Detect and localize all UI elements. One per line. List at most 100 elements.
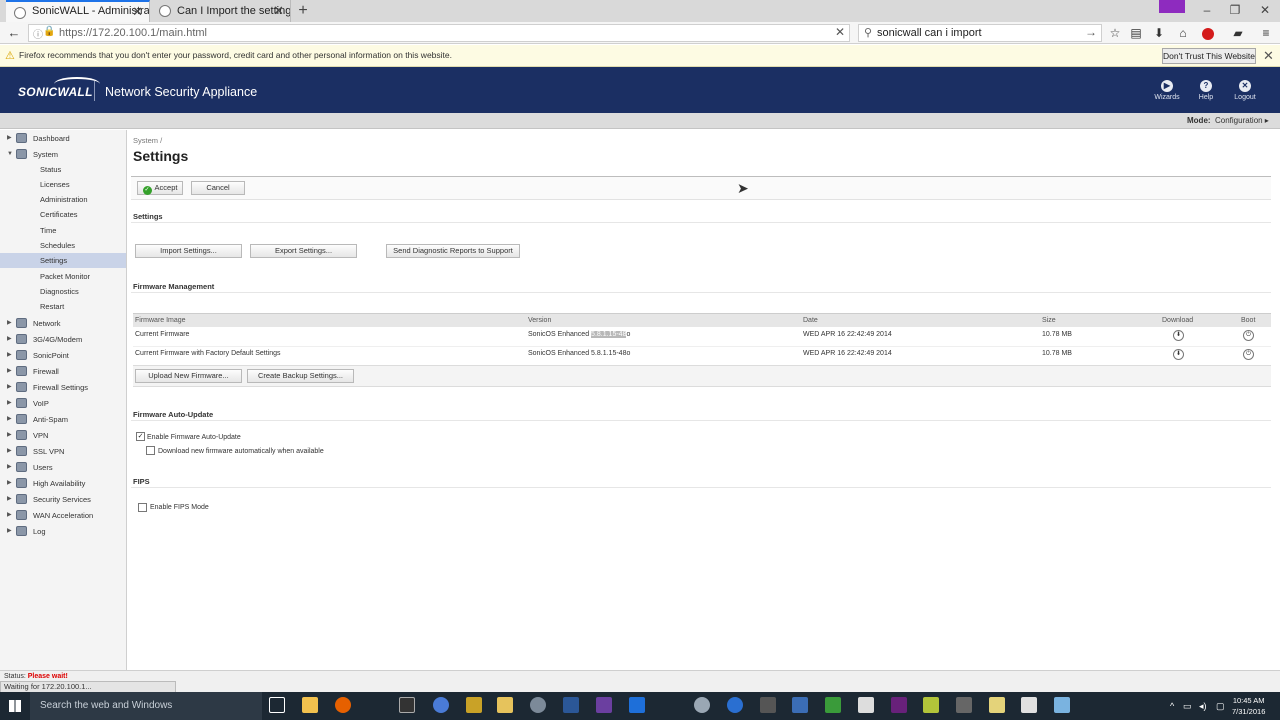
app-icon[interactable] xyxy=(596,697,612,713)
app-icon[interactable] xyxy=(727,697,743,713)
home-icon[interactable]: ⌂ xyxy=(1174,25,1192,41)
word-icon[interactable] xyxy=(563,697,579,713)
expand-arrow-icon[interactable]: ▶ xyxy=(7,476,12,491)
tab-can-i-import[interactable]: Can I Import the settings f... ✕ xyxy=(151,0,291,22)
collapse-arrow-icon[interactable]: ▼ xyxy=(7,147,13,162)
sidebar-subitem-time[interactable]: Time xyxy=(0,223,126,238)
go-arrow-icon[interactable]: → xyxy=(1085,25,1097,39)
start-button[interactable] xyxy=(0,692,30,720)
expand-arrow-icon[interactable]: ▶ xyxy=(7,492,12,507)
sidebar-subitem-restart[interactable]: Restart xyxy=(0,299,126,314)
sidebar-item-high-availability[interactable]: ▶ High Availability xyxy=(0,476,126,491)
extension-icon[interactable]: ▰ xyxy=(1229,25,1247,41)
expand-arrow-icon[interactable]: ▶ xyxy=(7,460,12,475)
sidebar-item-wan-acceleration[interactable]: ▶ WAN Acceleration xyxy=(0,508,126,523)
expand-arrow-icon[interactable]: ▶ xyxy=(7,332,12,347)
wizards-button[interactable]: ▶ Wizards xyxy=(1149,80,1185,101)
enable-fips-checkbox[interactable] xyxy=(138,503,147,512)
app-icon[interactable] xyxy=(466,697,482,713)
network-icon[interactable]: ▭ xyxy=(1183,701,1192,712)
info-icon[interactable]: ⓘ xyxy=(33,26,43,41)
restore-icon[interactable]: ❐ xyxy=(1220,0,1250,20)
expand-arrow-icon[interactable]: ▶ xyxy=(7,396,12,411)
mode-value[interactable]: Configuration ▸ xyxy=(1215,116,1269,125)
app-icon[interactable] xyxy=(760,697,776,713)
expand-arrow-icon[interactable]: ▶ xyxy=(7,508,12,523)
expand-arrow-icon[interactable]: ▶ xyxy=(7,428,12,443)
expand-arrow-icon[interactable]: ▶ xyxy=(7,131,12,146)
app-icon[interactable] xyxy=(989,697,1005,713)
download-icon[interactable]: ⬇ xyxy=(1173,330,1184,341)
app-icon[interactable] xyxy=(858,697,874,713)
sidebar-item-anti-spam[interactable]: ▶ Anti-Spam xyxy=(0,412,126,427)
sidebar-item-ssl-vpn[interactable]: ▶ SSL VPN xyxy=(0,444,126,459)
settings-gear-icon[interactable] xyxy=(694,697,710,713)
sidebar-subitem-certificates[interactable]: Certificates xyxy=(0,207,126,222)
sidebar-subitem-administration[interactable]: Administration xyxy=(0,192,126,207)
close-notification-icon[interactable]: ✕ xyxy=(1263,48,1274,64)
download-auto-checkbox[interactable] xyxy=(146,446,155,455)
close-tab-icon[interactable]: ✕ xyxy=(132,2,143,21)
sidebar-subitem-licenses[interactable]: Licenses xyxy=(0,177,126,192)
expand-arrow-icon[interactable]: ▶ xyxy=(7,380,12,395)
volume-icon[interactable]: ◂) xyxy=(1199,701,1207,712)
file-explorer-icon[interactable] xyxy=(302,697,318,713)
send-diagnostic-reports-button[interactable]: Send Diagnostic Reports to Support xyxy=(386,244,520,258)
expand-arrow-icon[interactable]: ▶ xyxy=(7,348,12,363)
app-icon[interactable] xyxy=(1021,697,1037,713)
taskbar-clock[interactable]: 10:45 AM 7/31/2016 xyxy=(1232,695,1265,717)
firefox-icon[interactable] xyxy=(335,697,351,713)
help-button[interactable]: ? Help xyxy=(1188,80,1224,101)
boot-power-icon[interactable]: ⏻ xyxy=(1243,349,1254,360)
upload-new-firmware-button[interactable]: Upload New Firmware... xyxy=(135,369,242,383)
sidebar-item-3g4g-modem[interactable]: ▶ 3G/4G/Modem xyxy=(0,332,126,347)
sidebar-item-voip[interactable]: ▶ VoIP xyxy=(0,396,126,411)
expand-arrow-icon[interactable]: ▶ xyxy=(7,412,12,427)
app-icon[interactable] xyxy=(923,697,939,713)
adblock-icon[interactable] xyxy=(1202,28,1214,40)
breadcrumb[interactable]: System / xyxy=(133,136,162,145)
search-box[interactable]: ⚲ sonicwall can i import → xyxy=(858,24,1102,42)
expand-arrow-icon[interactable]: ▶ xyxy=(7,364,12,379)
app-icon[interactable] xyxy=(497,697,513,713)
bookmark-star-icon[interactable]: ☆ xyxy=(1106,25,1124,41)
expand-arrow-icon[interactable]: ▶ xyxy=(7,444,12,459)
sidebar-item-system[interactable]: ▼ System xyxy=(0,147,126,162)
downloads-icon[interactable]: ⬇ xyxy=(1150,25,1168,41)
excel-icon[interactable] xyxy=(825,697,841,713)
tray-chevron-icon[interactable]: ^ xyxy=(1170,701,1174,711)
app-icon[interactable] xyxy=(433,697,449,713)
url-bar[interactable]: ⓘ 🔒 https://172.20.100.1/main.html ✕ xyxy=(28,24,850,42)
accept-button[interactable]: ✓ Accept xyxy=(137,181,183,195)
app-icon[interactable] xyxy=(1054,697,1070,713)
sidebar-subitem-settings[interactable]: Settings xyxy=(0,253,126,268)
sidebar-subitem-status[interactable]: Status xyxy=(0,162,126,177)
tab-sonicwall[interactable]: SonicWALL - Administrati... ✕ xyxy=(6,0,150,22)
sidebar-item-log[interactable]: ▶ Log xyxy=(0,524,126,539)
app-icon[interactable] xyxy=(530,697,546,713)
sidebar-item-security-services[interactable]: ▶ Security Services xyxy=(0,492,126,507)
export-settings-button[interactable]: Export Settings... xyxy=(250,244,357,258)
sidebar-item-firewall-settings[interactable]: ▶ Firewall Settings xyxy=(0,380,126,395)
import-settings-button[interactable]: Import Settings... xyxy=(135,244,242,258)
clear-url-icon[interactable]: ✕ xyxy=(835,25,845,39)
logout-button[interactable]: ✕ Logout xyxy=(1227,80,1263,101)
notifications-icon[interactable]: ▢ xyxy=(1216,701,1225,712)
new-tab-icon[interactable]: + xyxy=(295,0,311,22)
download-icon[interactable]: ⬇ xyxy=(1173,349,1184,360)
boot-power-icon[interactable]: ⏻ xyxy=(1243,330,1254,341)
lock-warning-icon[interactable]: 🔒 xyxy=(43,26,55,37)
sidebar-item-firewall[interactable]: ▶ Firewall xyxy=(0,364,126,379)
minimize-icon[interactable]: – xyxy=(1192,0,1222,20)
sidebar-item-vpn[interactable]: ▶ VPN xyxy=(0,428,126,443)
enable-auto-update-checkbox[interactable]: ✓ xyxy=(136,432,145,441)
sidebar-item-users[interactable]: ▶ Users xyxy=(0,460,126,475)
sidebar-subitem-packet-monitor[interactable]: Packet Monitor xyxy=(0,269,126,284)
expand-arrow-icon[interactable]: ▶ xyxy=(7,524,12,539)
visual-studio-icon[interactable] xyxy=(891,697,907,713)
app-icon[interactable] xyxy=(792,697,808,713)
sidebar-item-dashboard[interactable]: ▶ Dashboard xyxy=(0,131,126,146)
sidebar-subitem-diagnostics[interactable]: Diagnostics xyxy=(0,284,126,299)
dont-trust-button[interactable]: Don't Trust This Website xyxy=(1162,48,1256,64)
taskbar-search[interactable]: Search the web and Windows xyxy=(30,692,262,720)
